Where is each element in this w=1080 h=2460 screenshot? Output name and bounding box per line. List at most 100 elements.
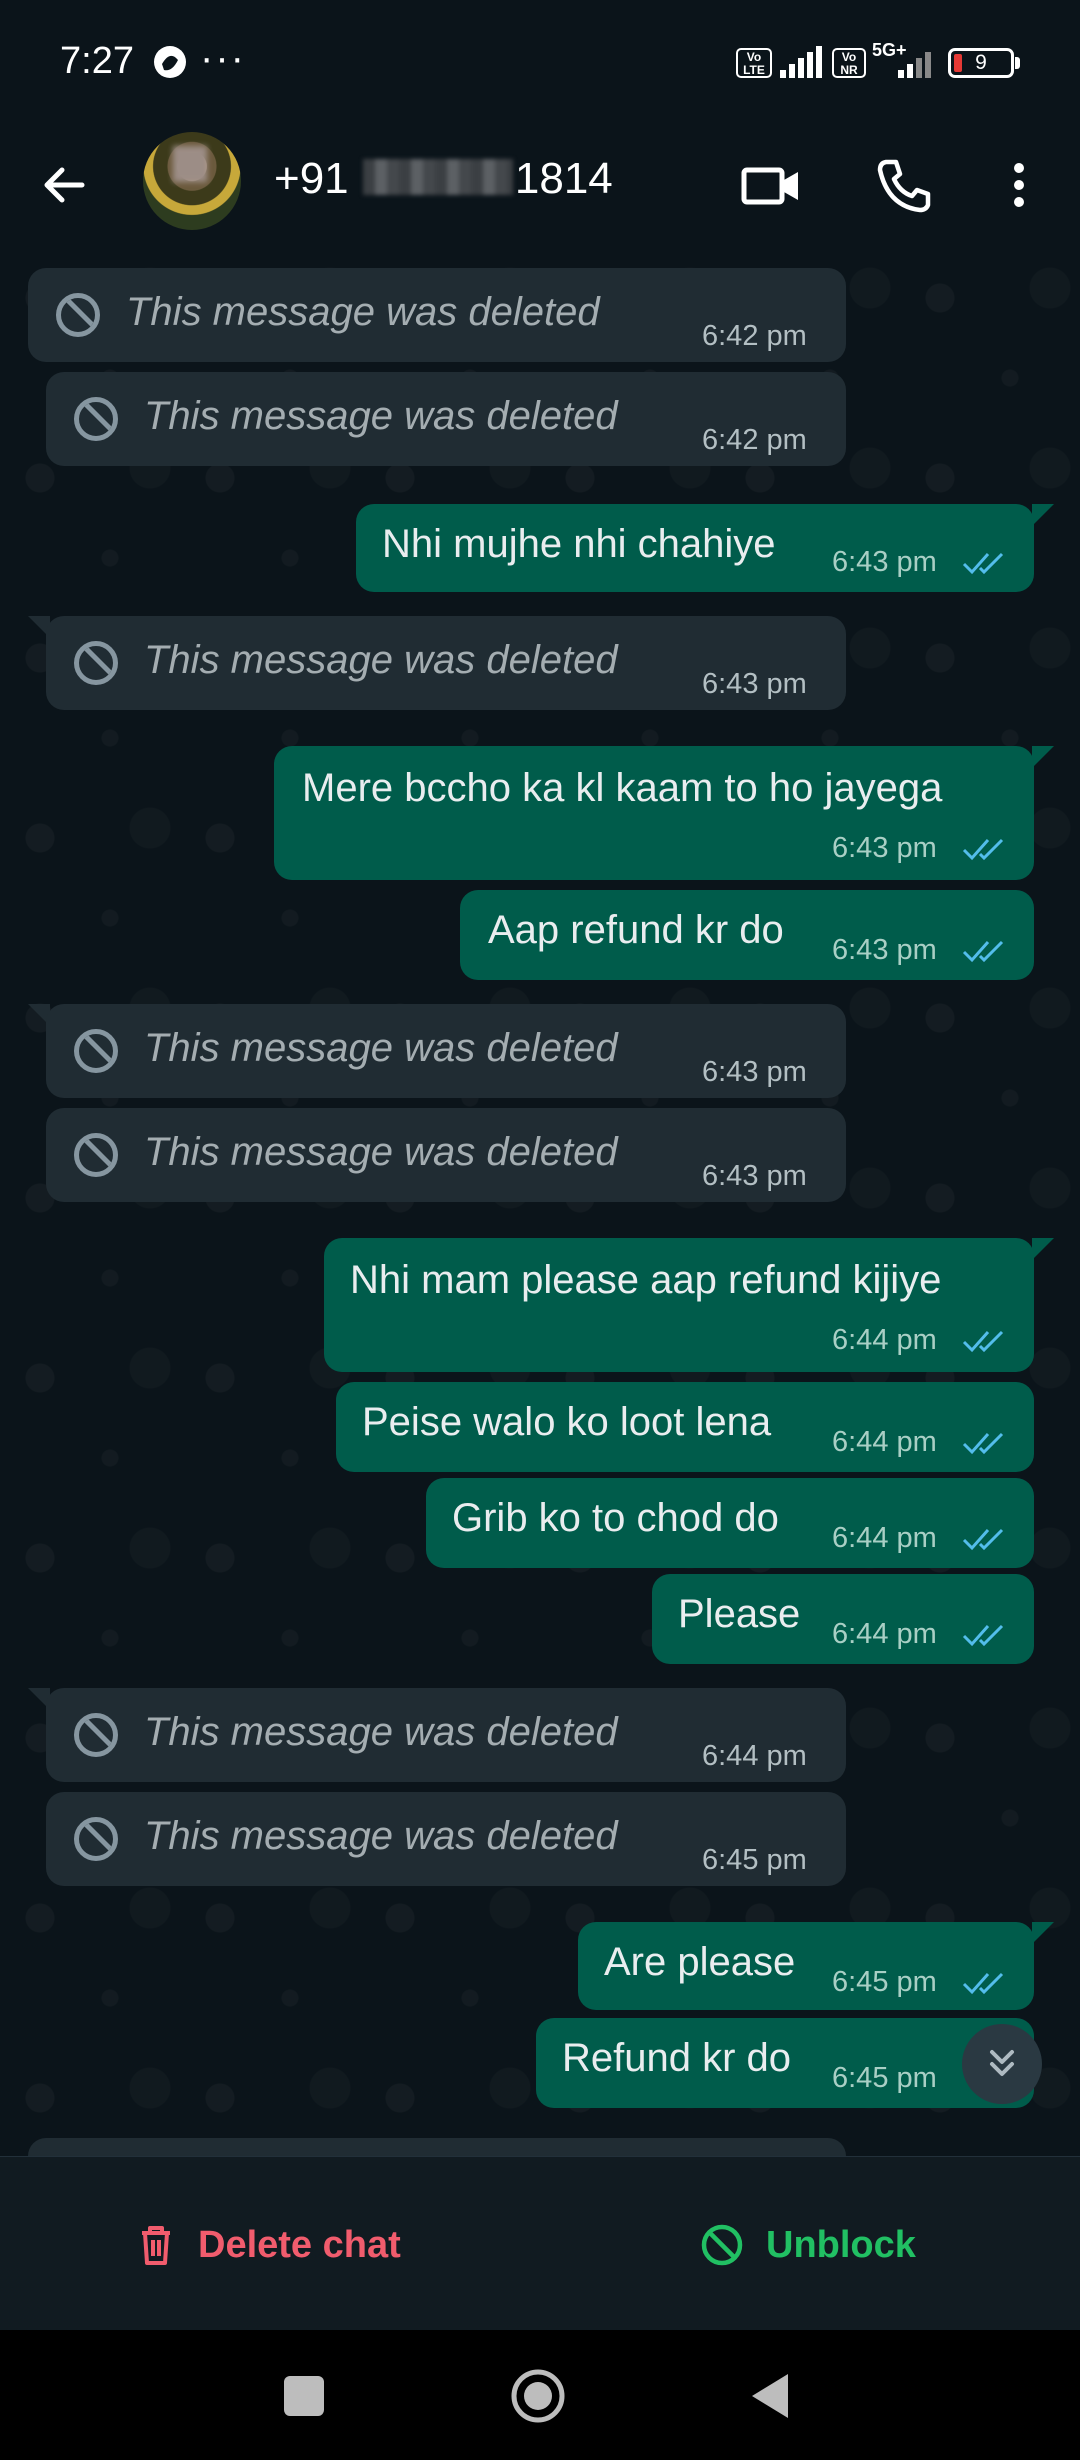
message-time: 6:45 pm [832,1966,937,1998]
message-deleted[interactable]: This message was deleted 6:42 pm [46,372,846,466]
message-text: Are please [604,1940,796,1984]
contact-avatar[interactable] [143,132,241,230]
deleted-icon [74,641,118,685]
read-ticks-icon [962,1528,1004,1551]
delete-chat-label: Delete chat [198,2223,401,2266]
message-deleted[interactable]: This message was deleted 6:43 pm [46,1108,846,1202]
deleted-icon [74,1713,118,1757]
message-time: 6:44 pm [832,1522,937,1554]
double-chevron-down-icon [990,2050,1014,2076]
message-time: 6:44 pm [832,1426,937,1458]
read-ticks-icon [962,838,1004,861]
message-time: 6:43 pm [702,1056,807,1088]
signal-icon-2 [898,52,931,78]
redacted-number [362,159,513,196]
unblock-button[interactable]: Unblock [700,2215,916,2275]
message-outgoing[interactable]: Nhi mujhe nhi chahiye 6:43 pm [356,504,1034,592]
deleted-icon [74,1133,118,1177]
home-circle-icon[interactable] [510,2368,566,2424]
message-outgoing[interactable]: Refund kr do 6:45 pm [536,2018,1034,2108]
message-text: This message was deleted [144,1710,618,1754]
message-deleted-partial [28,2138,846,2156]
battery-level: 9 [975,51,987,74]
bubble-tail [1032,746,1054,768]
message-time: 6:44 pm [832,1618,937,1650]
trash-icon [142,2226,170,2265]
message-time: 6:44 pm [832,1324,937,1356]
more-vert-icon[interactable] [984,150,1054,220]
message-text: This message was deleted [144,1130,618,1174]
message-outgoing[interactable]: Peise walo ko loot lena 6:44 pm [336,1382,1034,1472]
back-triangle-icon[interactable] [744,2368,800,2424]
voice-call-icon[interactable] [868,150,938,220]
message-text: Aap refund kr do [488,908,784,952]
message-time: 6:43 pm [832,546,937,578]
message-text: Nhi mam please aap refund kijiye [350,1258,942,1302]
unblock-label: Unblock [766,2223,916,2266]
chat-header: +91 1814 [0,120,1080,259]
message-deleted[interactable]: This message was deleted 6:44 pm [46,1688,846,1782]
message-time: 6:45 pm [832,2062,937,2094]
message-text: Please [678,1592,801,1636]
message-text: Grib ko to chod do [452,1496,779,1540]
message-deleted[interactable]: This message was deleted 6:43 pm [46,616,846,710]
message-outgoing[interactable]: Are please 6:45 pm [578,1922,1034,2010]
message-time: 6:44 pm [702,1740,807,1772]
volte-badge: Vo LTE [736,48,772,78]
contact-name[interactable]: +91 1814 [274,154,613,204]
read-ticks-icon [962,1330,1004,1353]
read-ticks-icon [962,1624,1004,1647]
message-text: Refund kr do [562,2036,792,2080]
message-outgoing[interactable]: Nhi mam please aap refund kijiye 6:44 pm [324,1238,1034,1372]
message-time: 6:42 pm [702,320,807,352]
delete-chat-button[interactable]: Delete chat [136,2215,401,2275]
contact-suffix: 1814 [514,154,613,203]
message-time: 6:43 pm [832,832,937,864]
message-time: 6:43 pm [832,934,937,966]
status-bar: 7:27 ··· Vo LTE Vo NR 5G+ 9 [0,0,1080,120]
contact-prefix: +91 [274,154,349,203]
message-deleted[interactable]: This message was deleted 6:42 pm [28,268,846,362]
message-text: Mere bccho ka kl kaam to ho jayega [302,766,943,810]
message-outgoing[interactable]: Mere bccho ka kl kaam to ho jayega 6:43 … [274,746,1034,880]
message-deleted[interactable]: This message was deleted 6:43 pm [46,1004,846,1098]
recents-square-icon[interactable] [276,2368,332,2424]
read-ticks-icon [962,940,1004,963]
message-time: 6:43 pm [702,1160,807,1192]
system-nav-bar [0,2330,1080,2460]
status-time: 7:27 [60,40,134,82]
message-text: This message was deleted [144,638,618,682]
message-list[interactable]: This message was deleted 6:42 pm This me… [0,258,1080,2156]
message-time: 6:43 pm [702,668,807,700]
read-ticks-icon [962,1432,1004,1455]
deleted-icon [74,1029,118,1073]
bubble-tail [1032,1238,1054,1260]
message-time: 6:45 pm [702,1844,807,1876]
bubble-tail [1032,504,1054,526]
signal-icon [780,46,822,78]
message-text: Nhi mujhe nhi chahiye [382,522,776,566]
message-deleted[interactable]: This message was deleted 6:45 pm [46,1792,846,1886]
deleted-icon [56,293,100,337]
unblock-icon [701,2224,743,2266]
message-outgoing[interactable]: Grib ko to chod do 6:44 pm [426,1478,1034,1568]
battery-icon: 9 [948,48,1014,78]
message-text: Peise walo ko loot lena [362,1400,772,1444]
deleted-icon [74,1817,118,1861]
read-ticks-icon [962,1972,1004,1995]
message-text: This message was deleted [144,1026,618,1070]
message-text: This message was deleted [144,1814,618,1858]
back-arrow-icon[interactable] [30,150,100,220]
message-outgoing[interactable]: Aap refund kr do 6:43 pm [460,890,1034,980]
scroll-to-bottom-button[interactable] [962,2024,1042,2104]
message-text: This message was deleted [126,290,600,334]
deleted-icon [74,397,118,441]
message-text: This message was deleted [144,394,618,438]
app-notification-icon [154,46,186,78]
vonr-badge: Vo NR [832,48,866,78]
video-call-icon[interactable] [736,150,806,220]
blocked-contact-actions: Delete chat Unblock [0,2156,1080,2331]
read-ticks-icon [962,552,1004,575]
message-time: 6:42 pm [702,424,807,456]
message-outgoing[interactable]: Please 6:44 pm [652,1574,1034,1664]
